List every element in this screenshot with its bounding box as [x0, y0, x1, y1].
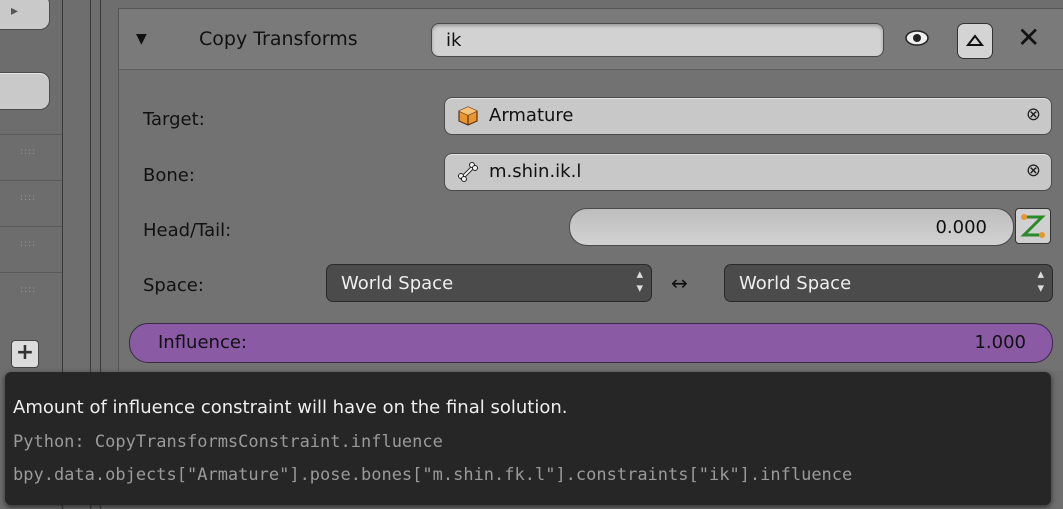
strip-row[interactable]: ::::	[0, 272, 62, 309]
constraint-type-label: Copy Transforms	[199, 28, 358, 50]
headtail-value: 0.000	[935, 217, 987, 238]
clear-icon[interactable]: ⊗	[1026, 160, 1041, 181]
constraint-name-value: ik	[446, 30, 462, 51]
bone-icon	[458, 162, 478, 182]
view-toggle-button[interactable]: ▸	[0, 0, 50, 30]
clear-icon[interactable]: ⊗	[1026, 104, 1041, 125]
target-space-dropdown[interactable]: World Space ▴ ▾	[724, 264, 1053, 302]
owner-space-dropdown[interactable]: World Space ▴ ▾	[326, 264, 652, 302]
bone-field[interactable]: m.shin.ik.l ⊗	[444, 153, 1052, 191]
strip-button[interactable]	[0, 72, 50, 110]
grip-icon: ::::	[20, 193, 37, 203]
move-up-button[interactable]	[957, 23, 993, 59]
bone-label: Bone:	[143, 165, 195, 186]
influence-value: 1.000	[974, 332, 1026, 353]
space-label: Space:	[143, 275, 204, 296]
keyframe-anim-icon	[1020, 214, 1046, 238]
swap-arrows-icon: ↔	[671, 271, 688, 295]
owner-space-value: World Space	[341, 273, 454, 294]
keyframe-anim-button[interactable]	[1015, 208, 1051, 244]
grip-icon: ::::	[20, 147, 37, 157]
strip-row[interactable]: ::::	[0, 226, 62, 263]
target-value: Armature	[489, 105, 574, 126]
target-field[interactable]: Armature ⊗	[444, 97, 1052, 135]
move-up-icon	[965, 34, 985, 46]
constraint-name-input[interactable]: ik	[431, 23, 884, 57]
tooltip: Amount of influence constraint will have…	[5, 372, 1051, 505]
close-icon[interactable]: ✕	[1017, 23, 1040, 53]
influence-label: Influence:	[158, 332, 247, 353]
panel-header[interactable]: ▼ Copy Transforms ik ✕	[119, 9, 1063, 70]
grip-icon: ::::	[20, 239, 37, 249]
updown-arrows-icon: ▴ ▾	[636, 267, 643, 296]
bone-value: m.shin.ik.l	[489, 161, 582, 182]
plus-icon[interactable]: +	[11, 340, 39, 368]
arrow-right-icon: ▸	[11, 3, 19, 19]
disclosure-triangle-icon[interactable]: ▼	[136, 31, 147, 47]
tooltip-python: Python: CopyTransformsConstraint.influen…	[13, 432, 443, 452]
eye-icon[interactable]	[903, 27, 931, 49]
headtail-slider[interactable]: 0.000	[569, 208, 1014, 246]
headtail-label: Head/Tail:	[143, 220, 232, 241]
updown-arrows-icon: ▴ ▾	[1037, 267, 1044, 296]
influence-slider[interactable]: Influence: 1.000	[129, 323, 1053, 363]
grip-icon: ::::	[20, 285, 37, 295]
strip-row[interactable]: ::::	[0, 180, 62, 217]
target-label: Target:	[143, 109, 205, 130]
strip-row[interactable]: ::::	[0, 134, 62, 171]
target-space-value: World Space	[739, 273, 852, 294]
object-cube-icon	[458, 106, 478, 126]
tooltip-data-path: bpy.data.objects["Armature"].pose.bones[…	[13, 465, 853, 485]
tooltip-description: Amount of influence constraint will have…	[13, 397, 568, 418]
constraint-panel: ▼ Copy Transforms ik ✕ Target: Armature …	[118, 8, 1063, 371]
